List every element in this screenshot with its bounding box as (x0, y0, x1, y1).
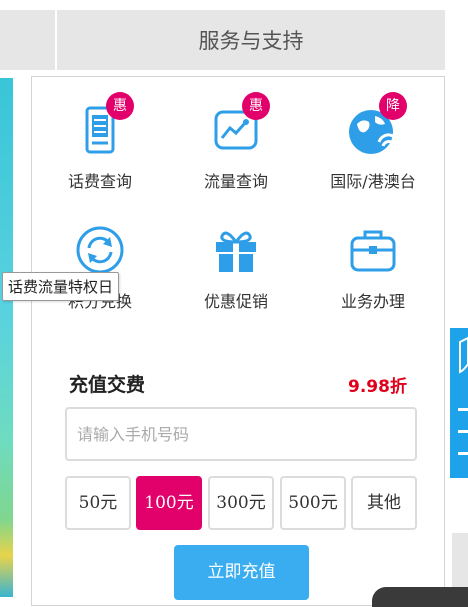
left-banner-edge (0, 78, 13, 597)
header-left-tab[interactable] (0, 10, 55, 70)
phone-number-input[interactable] (65, 407, 417, 461)
discount-badge: 惠 (106, 92, 134, 120)
service-label: 流量查询 (203, 172, 268, 191)
phone-bill-icon: 惠 (72, 92, 134, 158)
service-label: 话费查询 (67, 172, 132, 191)
data-chart-icon: 惠 (208, 92, 270, 158)
refresh-exchange-icon (72, 222, 128, 278)
amount-option-100[interactable]: 100元 (136, 476, 202, 530)
discount-label: 9.98折 (348, 377, 407, 397)
discount-badge: 惠 (242, 92, 270, 120)
recharge-title: 充值交费 (69, 374, 146, 396)
gift-icon (208, 222, 264, 278)
right-side-banner[interactable] (450, 328, 468, 478)
amount-option-300[interactable]: 300元 (208, 476, 274, 530)
service-promotions[interactable]: 优惠促销 (176, 222, 296, 312)
service-label: 优惠促销 (203, 292, 268, 311)
recharge-submit-button[interactable]: 立即充值 (174, 545, 309, 600)
service-international[interactable]: 降 国际/港澳台 (313, 92, 433, 192)
amount-option-500[interactable]: 500元 (280, 476, 346, 530)
service-label: 国际/港澳台 (330, 172, 416, 191)
service-business[interactable]: 业务办理 (313, 222, 433, 312)
discount-badge: 降 (379, 92, 407, 120)
amount-option-50[interactable]: 50元 (65, 476, 131, 530)
tooltip: 话费流量特权日 (2, 272, 120, 301)
globe-wifi-icon: 降 (345, 92, 407, 158)
service-label: 业务办理 (340, 292, 405, 311)
shield-icon (458, 336, 468, 455)
service-bill-query[interactable]: 惠 话费查询 (40, 92, 160, 192)
header-title[interactable]: 服务与支持 (57, 10, 445, 70)
briefcase-icon (345, 222, 401, 278)
service-data-query[interactable]: 惠 流量查询 (176, 92, 296, 192)
amount-option-other[interactable]: 其他 (351, 476, 417, 530)
floating-widget[interactable] (372, 587, 468, 607)
